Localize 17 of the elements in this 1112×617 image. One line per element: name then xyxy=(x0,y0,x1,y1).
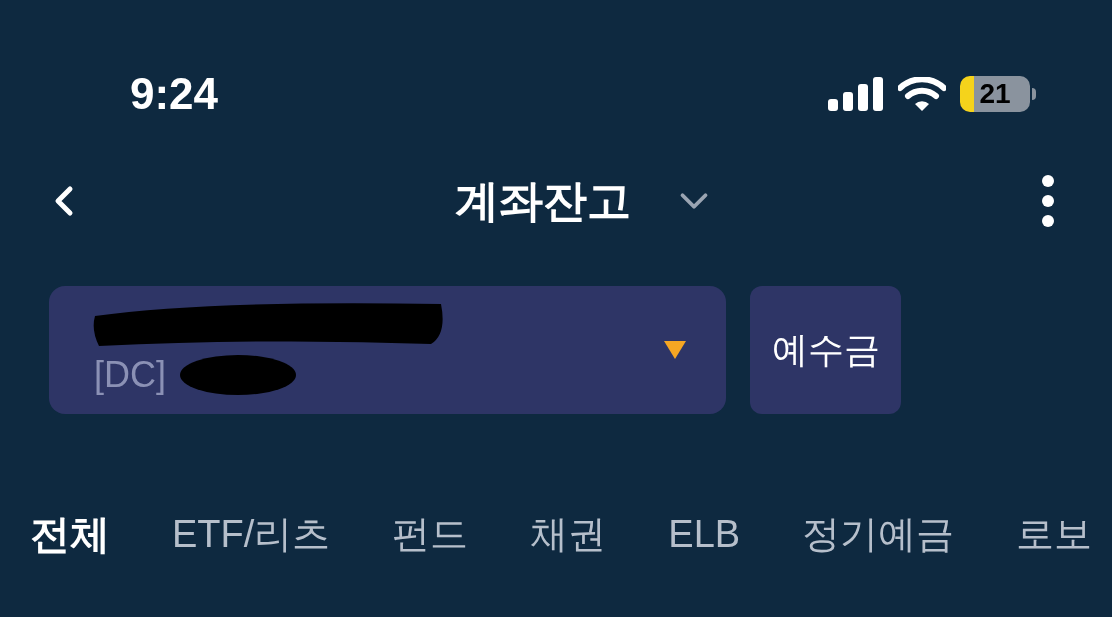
status-time: 9:24 xyxy=(130,72,219,116)
category-tab[interactable]: ETF/리츠 xyxy=(172,515,331,553)
wifi-icon xyxy=(898,77,946,111)
more-icon xyxy=(1041,174,1055,228)
category-tab[interactable]: 정기예금 xyxy=(802,515,955,553)
category-tab[interactable]: 전체 xyxy=(30,514,110,554)
category-tab[interactable]: ELB xyxy=(668,515,741,553)
signal-icon xyxy=(828,77,884,111)
title-dropdown[interactable]: 계좌잔고 xyxy=(455,168,717,234)
account-type: [DC] xyxy=(94,353,166,397)
battery-percent: 21 xyxy=(979,80,1011,108)
account-selector[interactable]: [DC] xyxy=(49,286,726,414)
deposit-button[interactable]: 예수금 xyxy=(750,286,901,414)
caret-icon xyxy=(664,341,686,359)
category-tab[interactable]: 로보 xyxy=(1016,515,1093,553)
category-tab[interactable]: 펀드 xyxy=(392,515,469,553)
category-tab[interactable]: 채권 xyxy=(530,515,607,553)
